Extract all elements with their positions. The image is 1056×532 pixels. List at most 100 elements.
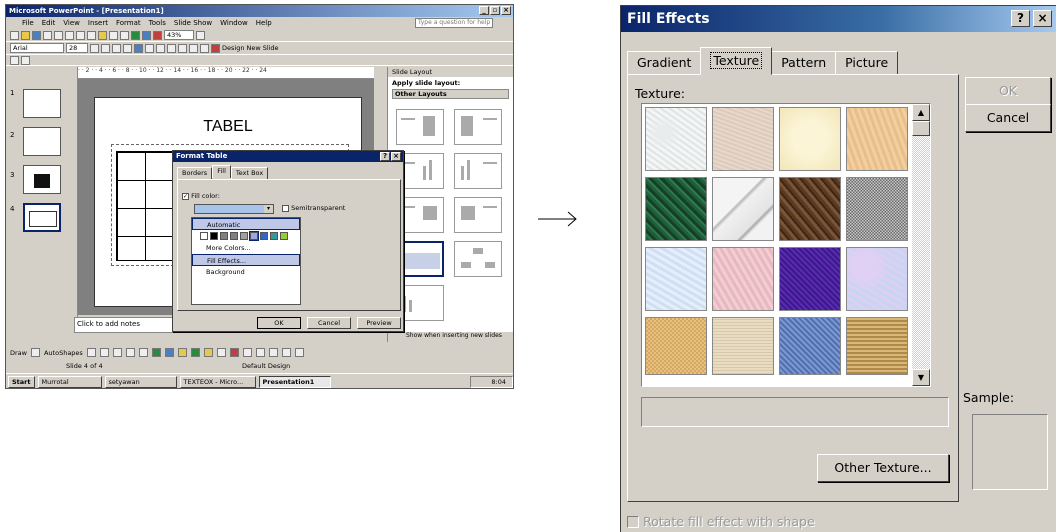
menu-item-more-colors[interactable]: More Colors... (192, 242, 300, 254)
textbox-icon[interactable] (138, 348, 148, 357)
minimize-button[interactable]: _ (479, 6, 489, 15)
line-icon[interactable] (86, 348, 96, 357)
menu-tools[interactable]: Tools (149, 19, 166, 27)
texture-scrollbar[interactable]: ▲ ▼ (912, 104, 930, 386)
scroll-down-icon[interactable]: ▼ (912, 369, 930, 386)
scroll-thumb[interactable] (912, 121, 930, 136)
texture-swatch-blue-denim[interactable] (779, 317, 841, 375)
slides-tab-icon[interactable] (21, 55, 30, 65)
3d-style-icon[interactable] (294, 348, 304, 357)
texture-swatch-papyrus[interactable] (846, 107, 908, 171)
start-button[interactable]: Start (8, 375, 35, 388)
align-right-icon[interactable] (156, 43, 165, 53)
menu-edit[interactable]: Edit (42, 19, 56, 27)
shadow-style-icon[interactable] (281, 348, 291, 357)
slide-thumbnail[interactable] (23, 89, 61, 118)
line-style-icon[interactable] (242, 348, 252, 357)
ok-button[interactable]: OK (965, 77, 1051, 105)
color-swatch[interactable] (280, 232, 288, 240)
help-button[interactable]: ? (1011, 10, 1030, 27)
tab-gradient[interactable]: Gradient (627, 51, 702, 75)
texture-swatch-green-marble[interactable] (645, 177, 707, 241)
menu-help[interactable]: Help (256, 19, 272, 27)
numbering-icon[interactable] (167, 43, 176, 53)
close-button[interactable]: × (391, 152, 401, 161)
cancel-button[interactable]: Cancel (307, 317, 351, 329)
layout-option[interactable] (454, 197, 502, 233)
slide-title[interactable]: TABEL (95, 118, 361, 136)
oval-icon[interactable] (125, 348, 135, 357)
help-icon[interactable] (196, 30, 205, 40)
layout-option[interactable] (454, 153, 502, 189)
texture-swatch-sand[interactable] (712, 107, 774, 171)
font-color-draw-icon[interactable] (229, 348, 239, 357)
texture-swatch-bouquet[interactable] (846, 247, 908, 311)
bullets-icon[interactable] (178, 43, 187, 53)
layout-option[interactable] (454, 241, 502, 277)
italic-icon[interactable] (101, 43, 110, 53)
close-button[interactable]: × (501, 6, 511, 15)
semitransparent-checkbox[interactable] (282, 204, 289, 212)
paste-icon[interactable] (98, 30, 107, 40)
restore-button[interactable]: ▫ (490, 6, 500, 15)
font-name-combo[interactable]: Arial (10, 43, 64, 53)
layout-option[interactable] (454, 109, 502, 145)
bold-icon[interactable] (90, 43, 99, 53)
taskbar-button[interactable]: TEXTEOX - Micro... (179, 375, 256, 388)
new-slide-button[interactable]: New Slide (246, 44, 278, 52)
preview-icon[interactable] (54, 30, 63, 40)
tab-fill[interactable]: Fill (212, 165, 231, 178)
menu-slide-show[interactable]: Slide Show (174, 19, 212, 27)
color-swatch[interactable] (230, 232, 238, 240)
rotate-fill-option[interactable]: Rotate fill effect with shape (627, 514, 815, 529)
color-swatch[interactable] (220, 232, 228, 240)
slide-thumbnail[interactable] (23, 165, 61, 194)
diagram-icon[interactable] (164, 348, 174, 357)
texture-swatch-woven-mat[interactable] (846, 317, 908, 375)
cut-icon[interactable] (76, 30, 85, 40)
color-swatch[interactable] (270, 232, 278, 240)
new-icon[interactable] (10, 30, 19, 40)
layout-option[interactable] (396, 109, 444, 145)
open-icon[interactable] (21, 30, 30, 40)
color-swatch[interactable] (260, 232, 268, 240)
show-when-inserting-label[interactable]: Show when inserting new slides (388, 332, 513, 342)
help-button[interactable]: ? (380, 152, 390, 161)
texture-swatch-white-marble[interactable] (645, 107, 707, 171)
decrease-font-icon[interactable] (200, 43, 209, 53)
align-left-icon[interactable] (134, 43, 143, 53)
print-icon[interactable] (43, 30, 52, 40)
font-size-combo[interactable]: 28 (66, 43, 88, 53)
menu-item-background[interactable]: Background (192, 266, 300, 278)
texture-swatch-pink-tissue[interactable] (712, 247, 774, 311)
tab-pattern[interactable]: Pattern (771, 51, 837, 75)
rotate-checkbox[interactable] (627, 516, 639, 528)
other-texture-button[interactable]: Other Texture... (817, 454, 949, 482)
shadow-icon[interactable] (123, 43, 132, 53)
ask-question-input[interactable]: Type a question for help (415, 18, 493, 28)
menu-format[interactable]: Format (116, 19, 141, 27)
zoom-combo[interactable]: 43% (164, 30, 194, 40)
slide-thumbnail[interactable] (23, 127, 61, 156)
draw-menu[interactable]: Draw (10, 349, 27, 357)
autoshapes-menu[interactable]: AutoShapes (44, 349, 83, 357)
spelling-icon[interactable] (65, 30, 74, 40)
texture-swatch-canvas[interactable] (712, 317, 774, 375)
texture-swatch-granite[interactable] (846, 177, 908, 241)
cancel-button[interactable]: Cancel (965, 104, 1051, 132)
tab-texture[interactable]: Texture (700, 47, 773, 75)
increase-font-icon[interactable] (189, 43, 198, 53)
redo-icon[interactable] (120, 30, 129, 40)
underline-icon[interactable] (112, 43, 121, 53)
menu-item-automatic[interactable]: Automatic (192, 218, 300, 230)
save-icon[interactable] (32, 30, 41, 40)
select-objects-icon[interactable] (30, 348, 40, 357)
font-color-icon[interactable] (211, 43, 220, 53)
menu-insert[interactable]: Insert (88, 19, 108, 27)
taskbar-button[interactable]: setyawan (104, 375, 177, 388)
menu-item-fill-effects[interactable]: Fill Effects... (192, 254, 300, 266)
taskbar-button-active[interactable]: Presentation1 (258, 375, 331, 388)
taskbar-button[interactable]: Murrotal (37, 375, 102, 388)
table-icon[interactable] (142, 30, 151, 40)
color-grayscale-icon[interactable] (153, 30, 162, 40)
